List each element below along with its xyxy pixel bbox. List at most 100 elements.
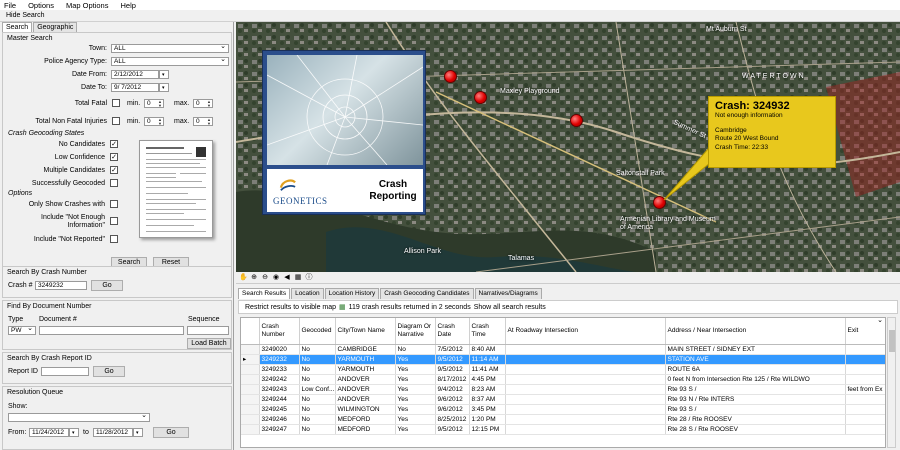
table-row[interactable]: 3249244 No ANDOVER Yes 9/6/2012 8:37 AM Rte 93… xyxy=(241,394,885,405)
load-batch-button[interactable]: Load Batch xyxy=(187,338,231,349)
resolution-show-select[interactable] xyxy=(8,412,150,422)
crash-report-thumbnail xyxy=(139,140,213,238)
crash-pin[interactable] xyxy=(444,70,457,83)
tab-location-history[interactable]: Location History xyxy=(324,288,380,299)
crash-number-go-button[interactable]: Go xyxy=(91,280,123,291)
crash-pin-selected[interactable] xyxy=(653,196,666,209)
report-id-input[interactable] xyxy=(41,367,89,376)
town-select[interactable]: ALL xyxy=(111,43,229,53)
cell-crash-date: 9/6/2012 xyxy=(435,394,470,405)
only-show-checkbox[interactable] xyxy=(110,200,118,208)
zoom-in-icon[interactable]: ⊕ xyxy=(250,274,258,282)
resolution-from-picker[interactable]: ▾ xyxy=(69,428,79,437)
fatal-min-spinner[interactable]: 0 ▲ ▼ xyxy=(144,99,164,108)
tab-narratives[interactable]: Narratives/Diagrams xyxy=(474,288,542,299)
cell-crash-number: 3249244 xyxy=(259,394,300,405)
show-all-results-link[interactable]: Show all search results xyxy=(474,304,546,311)
doc-number-input[interactable] xyxy=(39,326,184,335)
include-nr-checkbox[interactable] xyxy=(110,235,118,243)
table-row[interactable]: 3249246 No MEDFORD Yes 8/25/2012 1:20 PM Rte 2… xyxy=(241,414,885,425)
cell-roadway-intersection xyxy=(505,394,666,405)
col-crash-date[interactable]: Crash Date xyxy=(435,318,470,345)
row-selector[interactable] xyxy=(241,344,260,355)
results-vertical-scrollbar[interactable] xyxy=(887,317,896,448)
doc-sequence-input[interactable] xyxy=(187,326,229,335)
layers-icon[interactable]: ▦ xyxy=(294,274,302,282)
zoom-out-icon[interactable]: ⊖ xyxy=(261,274,269,282)
pan-icon[interactable]: ✋ xyxy=(239,274,248,282)
cell-crash-date: 7/5/2012 xyxy=(435,344,470,355)
fatal-max-spinner[interactable]: 0 ▲ ▼ xyxy=(193,99,213,108)
row-selector[interactable] xyxy=(241,364,260,375)
cell-address: Rte 28 S / Rte ROOSEV xyxy=(665,424,846,435)
table-row[interactable]: 3249020 No CAMBRIDGE No 7/5/2012 8:40 AM MAIN … xyxy=(241,344,885,355)
crash-number-input[interactable]: 3249232 xyxy=(35,281,87,290)
callout-subtitle: Not enough information xyxy=(715,112,783,119)
menu-file[interactable]: File xyxy=(4,1,16,10)
resolution-to-picker[interactable]: ▾ xyxy=(133,428,143,437)
resolution-go-button[interactable]: Go xyxy=(153,427,189,438)
col-city-town[interactable]: City/Town Name xyxy=(335,318,396,345)
nonfatal-min-spinner[interactable]: 0 ▲ ▼ xyxy=(144,117,164,126)
total-fatal-checkbox[interactable] xyxy=(112,99,120,107)
date-to-picker[interactable]: ▾ xyxy=(159,83,169,92)
table-row[interactable]: 3249233 No YARMOUTH Yes 9/5/2012 11:41 AM ROUT… xyxy=(241,364,885,375)
info-icon[interactable]: ⓘ xyxy=(305,274,313,282)
tab-geocoding-candidates[interactable]: Crash Geocoding Candidates xyxy=(380,288,474,299)
table-row[interactable]: 3249245 No WILMINGTON Yes 9/6/2012 3:45 PM Rte… xyxy=(241,404,885,415)
table-row[interactable]: 3249242 No ANDOVER Yes 8/17/2012 4:45 PM 0 fee… xyxy=(241,374,885,385)
col-geocoded[interactable]: Geocoded xyxy=(299,318,336,345)
row-selector[interactable] xyxy=(241,404,260,415)
date-to-input[interactable]: 9/ 7/2012 xyxy=(111,83,159,92)
tab-search-results[interactable]: Search Results xyxy=(238,288,291,299)
row-selector[interactable] xyxy=(241,424,260,435)
multiple-candidates-checkbox[interactable]: ✓ xyxy=(110,166,118,174)
globe-icon[interactable]: ◉ xyxy=(272,274,280,282)
col-crash-number[interactable]: Crash Number xyxy=(259,318,300,345)
report-id-label: Report ID xyxy=(8,368,38,375)
low-confidence-checkbox[interactable]: ✓ xyxy=(110,153,118,161)
fatal-max-label: max. xyxy=(174,100,190,107)
menu-map-options[interactable]: Map Options xyxy=(66,1,109,10)
col-roadway-intersection[interactable]: At Roadway Intersection xyxy=(505,318,666,345)
report-id-go-button[interactable]: Go xyxy=(93,366,125,377)
agency-select[interactable]: ALL xyxy=(111,56,229,66)
cell-address: Rte 28 / Rte ROOSEV xyxy=(665,414,846,425)
col-diagram[interactable]: Diagram Or Narrative xyxy=(395,318,436,345)
back-icon[interactable]: ◀ xyxy=(283,274,291,282)
row-selector[interactable] xyxy=(241,414,260,425)
col-crash-time[interactable]: Crash Time xyxy=(469,318,506,345)
crash-pin[interactable] xyxy=(570,114,583,127)
menu-options[interactable]: Options xyxy=(28,1,54,10)
menu-help[interactable]: Help xyxy=(120,1,135,10)
cell-diagram: Yes xyxy=(395,404,436,415)
successfully-geocoded-checkbox[interactable] xyxy=(110,179,118,187)
total-nonfatal-checkbox[interactable] xyxy=(112,117,120,125)
date-from-input[interactable]: 2/12/2012 xyxy=(111,70,159,79)
tab-location[interactable]: Location xyxy=(291,288,324,299)
cell-exit xyxy=(845,354,885,365)
restrict-results-link[interactable]: Restrict results to visible map xyxy=(245,304,336,311)
hide-search-button[interactable]: Hide Search xyxy=(0,10,900,22)
row-selector[interactable] xyxy=(241,394,260,405)
row-selector[interactable]: ▸ xyxy=(241,354,260,365)
no-candidates-checkbox[interactable]: ✓ xyxy=(110,140,118,148)
table-row[interactable]: ▸ 3249232 No YARMOUTH Yes 9/5/2012 11:14 AM STA… xyxy=(241,354,885,365)
resolution-to-input[interactable]: 11/28/2012 xyxy=(93,428,133,437)
tab-search[interactable]: Search xyxy=(2,22,33,32)
row-selector[interactable] xyxy=(241,374,260,385)
nonfatal-max-spinner[interactable]: 0 ▲ ▼ xyxy=(193,117,213,126)
date-from-picker[interactable]: ▾ xyxy=(159,70,169,79)
resolution-from-input[interactable]: 11/24/2012 xyxy=(29,428,69,437)
table-row[interactable]: 3249247 No MEDFORD Yes 9/5/2012 12:15 PM Rte 2… xyxy=(241,424,885,435)
scrollbar-thumb[interactable] xyxy=(889,330,895,352)
crash-pin[interactable] xyxy=(474,91,487,104)
tab-geographic[interactable]: Geographic xyxy=(33,22,78,32)
table-row[interactable]: 3249243 Low Conf... ANDOVER Yes 9/4/2012 8:23… xyxy=(241,384,885,395)
col-address[interactable]: Address / Near Intersection xyxy=(665,318,846,345)
crash-reporting-banner: GEONETICS Crash Reporting xyxy=(267,169,423,212)
doc-type-select[interactable]: PW xyxy=(8,325,36,335)
search-tabs: Search Geographic xyxy=(0,22,233,32)
include-nei-checkbox[interactable] xyxy=(110,217,118,225)
row-selector[interactable] xyxy=(241,384,260,395)
